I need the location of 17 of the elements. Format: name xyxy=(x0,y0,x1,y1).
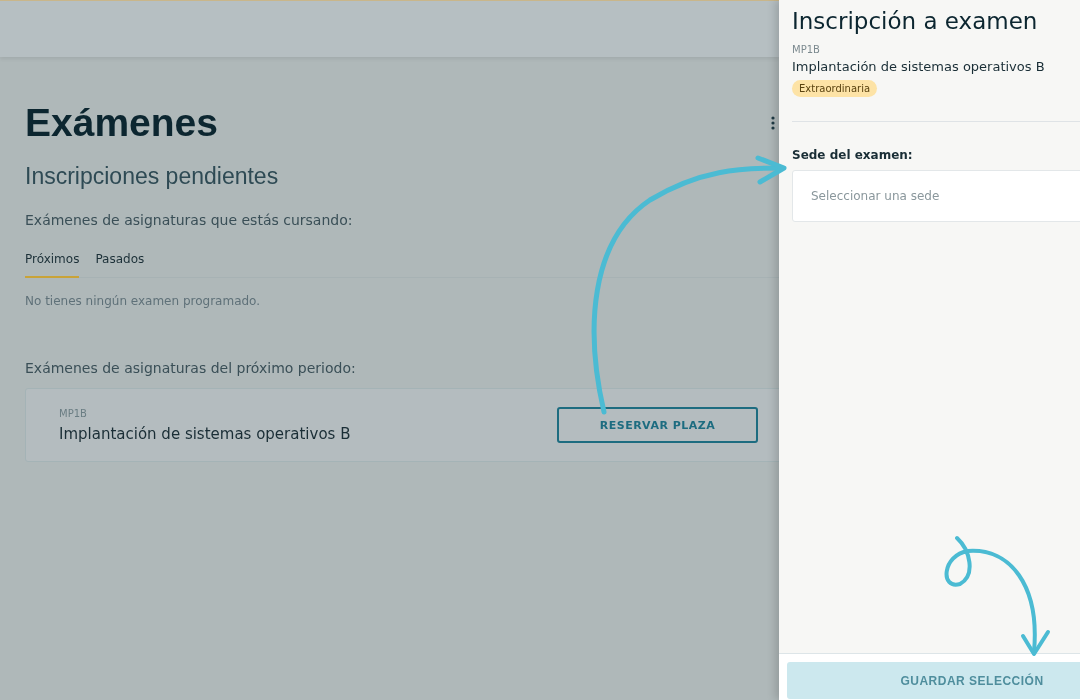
section-label: Exámenes de asignaturas del próximo periodo: xyxy=(25,360,357,376)
empty-message: No tienes ningún examen programado. xyxy=(25,294,262,308)
tab[interactable]: Próximos xyxy=(25,252,80,278)
section-title: Inscripciones pendientes xyxy=(25,163,280,190)
more-options-icon[interactable] xyxy=(771,116,775,130)
course-code: MP1B xyxy=(59,407,88,419)
course-name: Implantación de sistemas operativos B xyxy=(792,59,1045,74)
section-label: Exámenes de asignaturas que estás cursando: xyxy=(25,212,354,228)
reserve-button[interactable]: RESERVAR PLAZA xyxy=(557,407,758,443)
venue-select[interactable]: Seleccionar una sede xyxy=(792,170,1080,222)
field-label: Sede del examen: xyxy=(792,148,913,162)
tab[interactable]: Pasados xyxy=(95,252,145,278)
exam-type-tag: Extraordinaria xyxy=(792,80,878,97)
panel-title: Inscripción a examen xyxy=(792,8,1038,34)
course-code: MP1B xyxy=(792,44,820,55)
course-name: Implantación de sistemas operativos B xyxy=(59,424,352,443)
page-title: Exámenes xyxy=(25,101,218,145)
